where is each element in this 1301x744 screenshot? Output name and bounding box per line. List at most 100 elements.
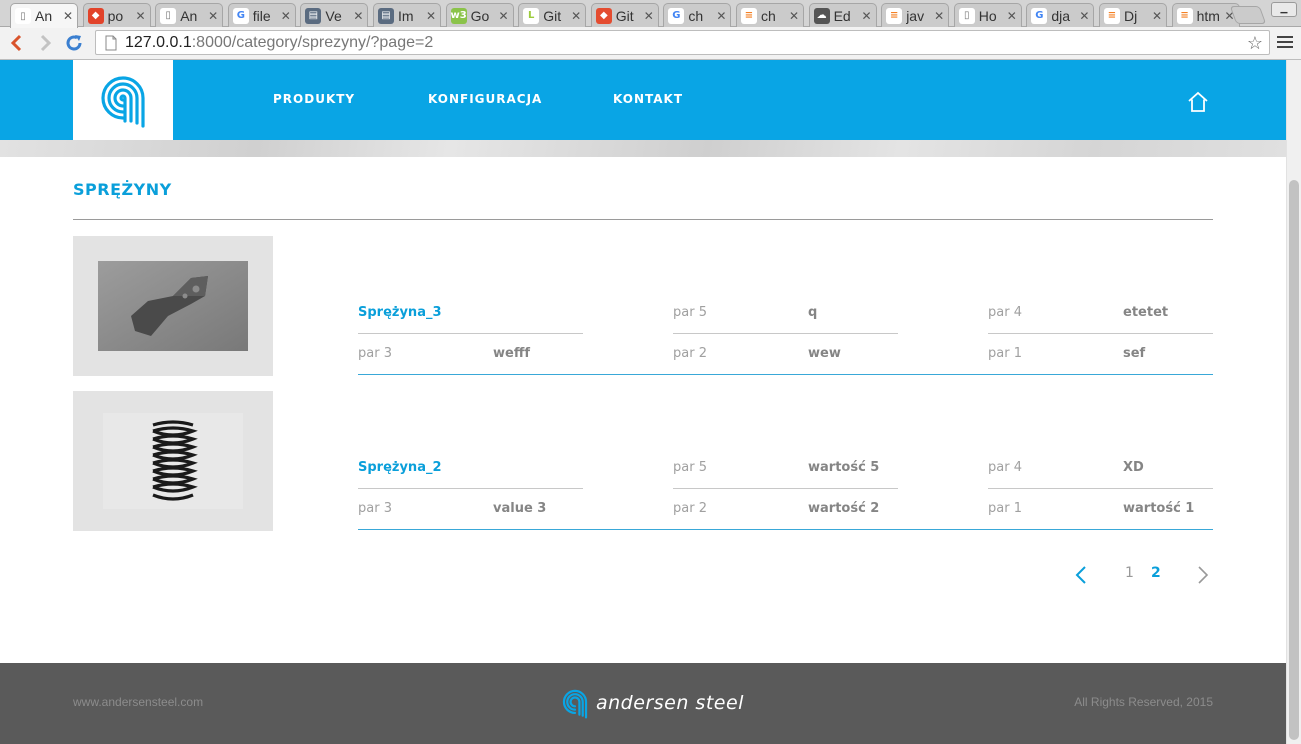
site-logo[interactable] — [73, 60, 173, 140]
gitlab-icon: ◆ — [87, 7, 104, 24]
nav-produkty[interactable]: PRODUKTY — [273, 92, 355, 106]
close-tab-icon[interactable]: ✕ — [63, 9, 73, 23]
category-divider — [73, 219, 1213, 220]
param-label: par 5 — [673, 305, 707, 320]
doc-icon: ▤ — [305, 7, 322, 24]
page-scrollbar[interactable] — [1286, 60, 1301, 744]
tab-title: po — [107, 7, 124, 24]
nav-kontakt[interactable]: KONTAKT — [613, 92, 683, 106]
back-button[interactable] — [4, 31, 28, 55]
param-value: wartość 2 — [808, 501, 880, 516]
tab-title: Im — [398, 7, 414, 24]
google-icon: G — [232, 7, 249, 24]
page-icon — [105, 35, 117, 50]
browser-window: ≡ htm ✕ ≡ Dj ✕ Gdja ✕ ▯ Ho ✕ ≡ jav ✕ ☁ Ed ✕ ≡ ch ✕ Gch ✕ ◆ Git ✕… — [0, 0, 1301, 744]
window-minimize-button[interactable]: ▁ — [1271, 2, 1297, 17]
tab-title: file — [252, 7, 271, 24]
browser-tab[interactable]: ▯ An ✕ — [155, 3, 224, 27]
new-tab-button[interactable] — [1229, 6, 1267, 24]
browser-tab[interactable]: ≡ Dj ✕ — [1099, 3, 1167, 27]
close-tab-icon[interactable]: ✕ — [1152, 9, 1162, 23]
browser-tab[interactable]: Gfile ✕ — [227, 3, 296, 27]
andersen-logo-icon — [562, 689, 588, 719]
coil-spring-image — [103, 413, 243, 509]
browser-tab[interactable]: ≡ ch ✕ — [736, 3, 804, 27]
param-label: par 1 — [988, 501, 1022, 516]
pagination-page-current[interactable]: 2 — [1151, 565, 1161, 581]
banner-strip — [0, 140, 1286, 157]
close-tab-icon[interactable]: ✕ — [571, 9, 581, 23]
close-tab-icon[interactable]: ✕ — [934, 9, 944, 23]
param-label: par 3 — [358, 346, 392, 361]
pagination-page[interactable]: 1 — [1125, 565, 1134, 581]
browser-tab[interactable]: ▤ Im ✕ — [373, 3, 441, 27]
product-name[interactable]: Sprężyna_2 — [358, 460, 442, 475]
tab-title: Ve — [325, 7, 342, 24]
param-divider — [988, 488, 1213, 489]
browser-tab[interactable]: ≡ htm ✕ — [1171, 3, 1240, 27]
param-label: par 1 — [988, 346, 1022, 361]
close-tab-icon[interactable]: ✕ — [353, 9, 363, 23]
close-tab-icon[interactable]: ✕ — [789, 9, 799, 23]
product-image[interactable] — [73, 236, 273, 376]
home-icon[interactable] — [1186, 90, 1210, 114]
tab-title: Go — [470, 7, 490, 24]
doc-icon: ▤ — [378, 7, 394, 24]
close-tab-icon[interactable]: ✕ — [862, 9, 872, 23]
param-label: par 4 — [988, 305, 1022, 320]
forward-button[interactable] — [34, 31, 58, 55]
browser-tab[interactable]: ≡ jav ✕ — [881, 3, 950, 27]
param-label: par 2 — [673, 346, 707, 361]
browser-tab[interactable]: Gch ✕ — [663, 3, 732, 27]
reload-button[interactable] — [62, 31, 86, 55]
gitbook-icon: L — [523, 7, 540, 24]
browser-tab[interactable]: w3 Go ✕ — [445, 3, 514, 27]
close-tab-icon[interactable]: ✕ — [1079, 9, 1089, 23]
browser-tab[interactable]: ☁ Ed ✕ — [808, 3, 877, 27]
stackoverflow-icon: ≡ — [1104, 7, 1120, 24]
product-divider — [358, 529, 1213, 530]
close-tab-icon[interactable]: ✕ — [644, 9, 654, 23]
browser-tab[interactable]: L Git ✕ — [518, 3, 587, 27]
browser-tab[interactable]: ▯ An ✕ — [10, 3, 78, 28]
stackoverflow-icon: ≡ — [1176, 7, 1193, 24]
browser-tab[interactable]: ▯ Ho ✕ — [953, 3, 1022, 27]
footer-website-link[interactable]: www.andersensteel.com — [73, 695, 203, 709]
andersen-logo-icon — [101, 76, 145, 128]
browser-tab[interactable]: ◆ Git ✕ — [590, 3, 659, 27]
nav-konfiguracja[interactable]: KONFIGURACJA — [428, 92, 542, 106]
param-value: wew — [808, 346, 841, 361]
tab-title: Dj — [1124, 7, 1138, 24]
pagination-prev-icon[interactable] — [1074, 565, 1088, 585]
param-divider — [673, 333, 898, 334]
back-arrow-icon — [10, 34, 22, 52]
browser-tab[interactable]: ◆ po ✕ — [82, 3, 151, 27]
product-image[interactable] — [73, 391, 273, 531]
param-value: wartość 5 — [808, 460, 880, 475]
tab-title: jav — [906, 7, 925, 24]
param-label: par 5 — [673, 460, 707, 475]
footer-logo: andersen steel — [560, 687, 744, 719]
address-bar[interactable]: 127.0.0.1:8000/category/sprezyny/?page=2… — [95, 30, 1270, 55]
browser-tab[interactable]: ▤ Ve ✕ — [300, 3, 369, 27]
close-tab-icon[interactable]: ✕ — [136, 9, 146, 23]
product-name[interactable]: Sprężyna_3 — [358, 305, 442, 320]
close-tab-icon[interactable]: ✕ — [208, 9, 218, 23]
browser-tab[interactable]: Gdja ✕ — [1026, 3, 1095, 27]
tab-title: Git — [543, 7, 562, 24]
close-tab-icon[interactable]: ✕ — [1007, 9, 1017, 23]
cloud-icon: ☁ — [813, 7, 830, 24]
tab-title: ch — [688, 7, 704, 24]
site-footer: www.andersensteel.com andersen steel All… — [0, 663, 1286, 744]
close-tab-icon[interactable]: ✕ — [426, 9, 436, 23]
close-tab-icon[interactable]: ✕ — [499, 9, 509, 23]
pagination-next-icon[interactable] — [1196, 565, 1210, 585]
param-value: wartość 1 — [1123, 501, 1195, 516]
scrollbar-thumb[interactable] — [1289, 180, 1299, 740]
tab-title: Ed — [833, 7, 851, 24]
tab-title: ch — [761, 7, 776, 24]
browser-menu-button[interactable] — [1277, 34, 1293, 50]
bookmark-star-icon[interactable]: ☆ — [1247, 34, 1263, 52]
close-tab-icon[interactable]: ✕ — [281, 9, 291, 23]
close-tab-icon[interactable]: ✕ — [716, 9, 726, 23]
